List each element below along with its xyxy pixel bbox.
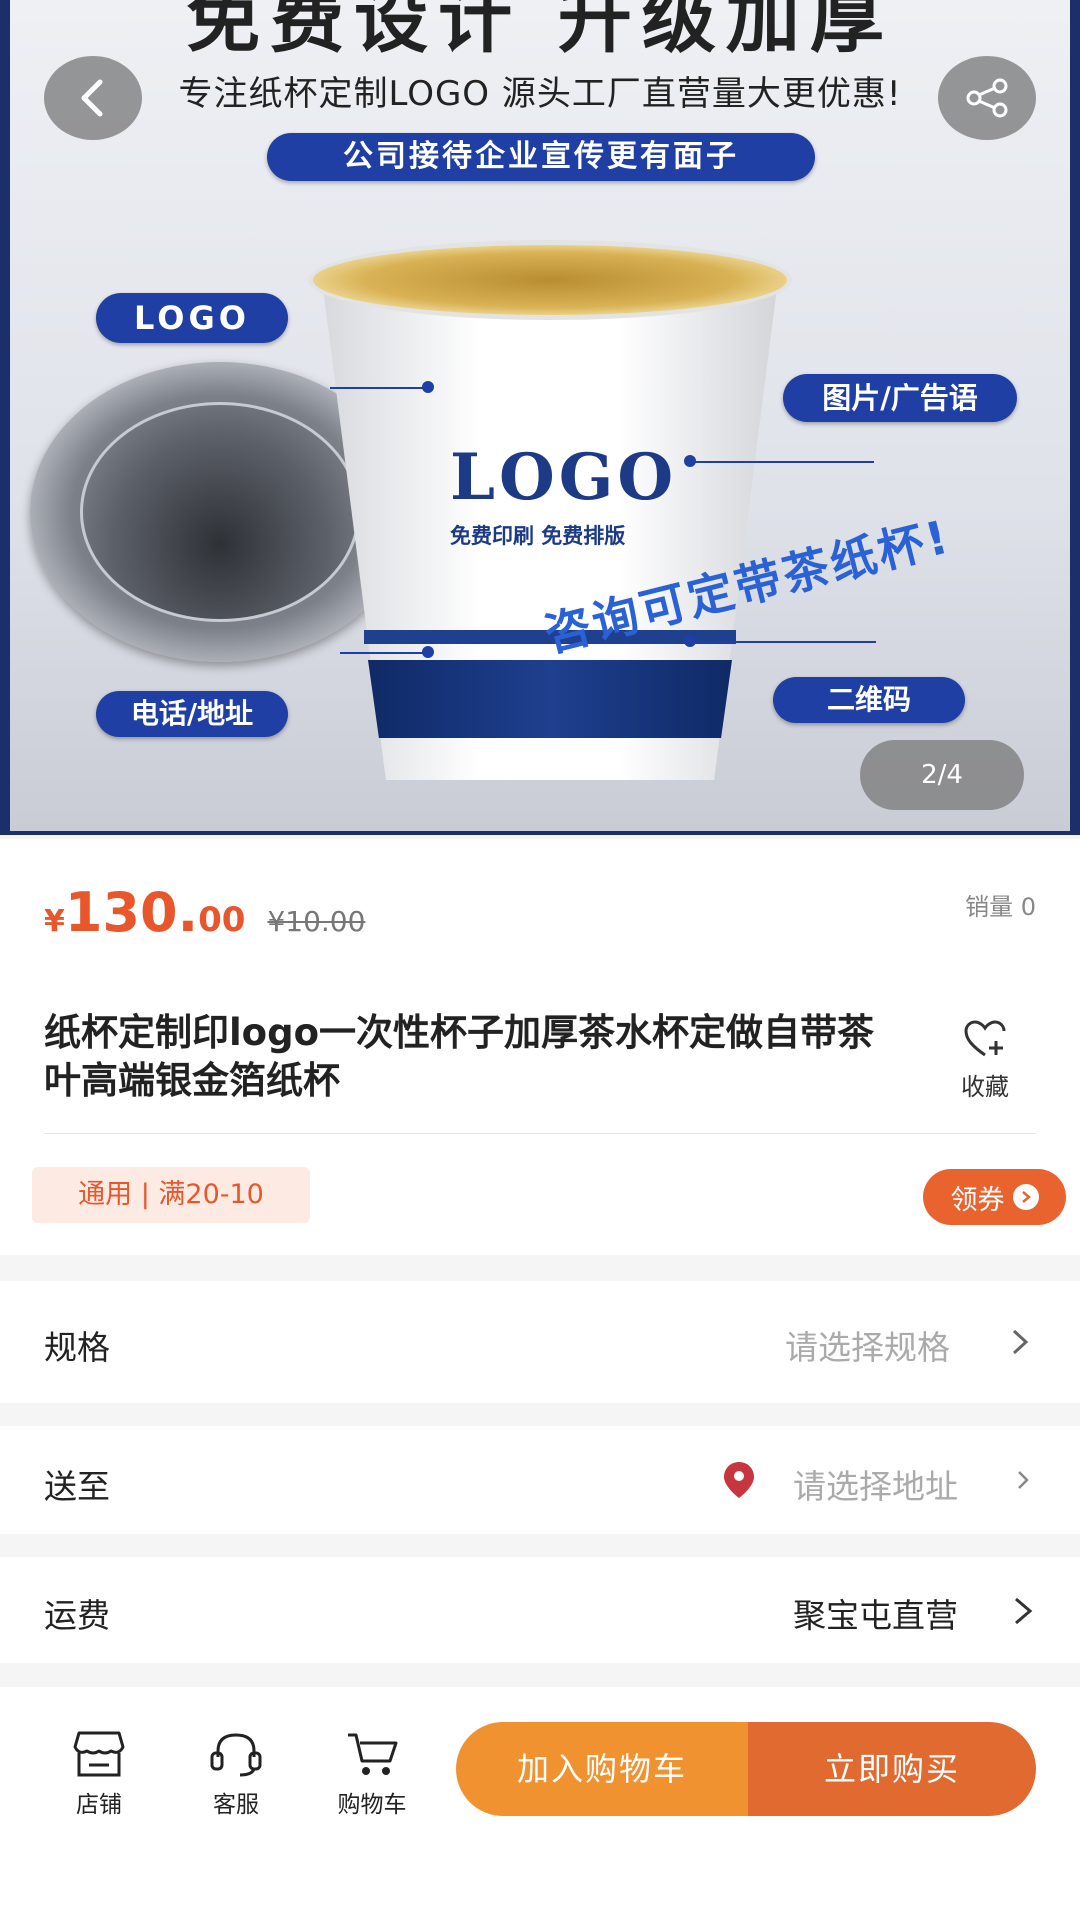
tab-customer-service-label: 客服 bbox=[213, 1792, 259, 1818]
product-title: 纸杯定制印logo一次性杯子加厚茶水杯定做自带茶叶高端银金箔纸杯 bbox=[44, 1011, 875, 1102]
ship-to-label: 送至 bbox=[44, 1467, 110, 1506]
coupon-tag: 通用 | 满20-10 bbox=[32, 1167, 310, 1223]
tab-store[interactable]: 店铺 bbox=[44, 1729, 154, 1819]
leader-dot bbox=[684, 635, 696, 647]
share-icon bbox=[966, 78, 1008, 118]
chevron-left-icon bbox=[81, 79, 103, 117]
price: ¥ 130. 00 ¥10.00 bbox=[44, 881, 365, 944]
spec-row[interactable]: 规格 请选择规格 bbox=[0, 1281, 1080, 1403]
buy-now-button[interactable]: 立即购买 bbox=[748, 1722, 1036, 1816]
paper-cup-illustration: LOGO 免费印刷 免费排版 bbox=[300, 240, 800, 800]
leader-line bbox=[340, 652, 430, 654]
chevron-right-icon bbox=[1012, 1329, 1029, 1355]
price-currency: ¥ bbox=[44, 904, 65, 939]
favorite-button[interactable]: 收藏 bbox=[950, 1019, 1020, 1102]
spec-placeholder: 请选择规格 bbox=[785, 1328, 950, 1367]
heart-plus-icon bbox=[964, 1020, 1006, 1057]
label-qr: 二维码 bbox=[773, 677, 965, 723]
leader-dot bbox=[684, 455, 696, 467]
leader-line bbox=[690, 461, 874, 463]
product-image-carousel[interactable]: 免费设计 升级加厚 专注纸杯定制LOGO 源头工厂直营量大更优惠! 公司接待企业… bbox=[0, 0, 1080, 835]
shipping-fee-value: 聚宝屯直营 bbox=[793, 1596, 958, 1635]
chevron-right-icon bbox=[1012, 1184, 1039, 1210]
product-detail-page: 免费设计 升级加厚 专注纸杯定制LOGO 源头工厂直营量大更优惠! 公司接待企业… bbox=[0, 0, 1080, 1920]
shipping-fee-row[interactable]: 运费 聚宝屯直营 bbox=[0, 1557, 1080, 1663]
divider bbox=[44, 1133, 1036, 1134]
image-frame-left bbox=[0, 0, 10, 831]
spec-label: 规格 bbox=[44, 1328, 110, 1367]
image-tagline: 专注纸杯定制LOGO 源头工厂直营量大更优惠! bbox=[178, 74, 902, 114]
cup-band bbox=[368, 660, 732, 738]
image-counter: 2/4 bbox=[860, 740, 1024, 810]
price-integer: 130. bbox=[64, 881, 199, 944]
sales-count: 销量 0 bbox=[965, 893, 1036, 921]
leader-line bbox=[690, 641, 876, 643]
tab-cart[interactable]: 购物车 bbox=[317, 1729, 427, 1819]
chevron-right-icon bbox=[1015, 1597, 1033, 1625]
tab-customer-service[interactable]: 客服 bbox=[181, 1729, 291, 1819]
shipping-fee-label: 运费 bbox=[44, 1596, 110, 1635]
leader-dot bbox=[422, 646, 434, 658]
label-phone: 电话/地址 bbox=[96, 691, 288, 737]
location-pin-icon bbox=[724, 1462, 754, 1498]
share-button[interactable] bbox=[938, 56, 1036, 140]
headset-icon bbox=[210, 1733, 262, 1777]
cart-icon bbox=[348, 1733, 398, 1775]
leader-dot bbox=[422, 381, 434, 393]
price-decimal: 00 bbox=[198, 900, 246, 940]
image-banner: 公司接待企业宣传更有面子 bbox=[267, 133, 815, 181]
back-button[interactable] bbox=[44, 56, 142, 140]
product-info-card: ¥ 130. 00 ¥10.00 销量 0 纸杯定制印logo一次性杯子加厚茶水… bbox=[0, 839, 1080, 1255]
tab-store-label: 店铺 bbox=[76, 1792, 122, 1818]
label-logo: LOGO bbox=[96, 293, 288, 343]
leader-line bbox=[330, 387, 430, 389]
add-to-cart-button[interactable]: 加入购物车 bbox=[456, 1722, 748, 1816]
ship-to-row[interactable]: 送至 请选择地址 bbox=[0, 1426, 1080, 1534]
image-headline: 免费设计 升级加厚 bbox=[186, 0, 894, 63]
cup-subtext: 免费印刷 免费排版 bbox=[450, 524, 626, 548]
get-coupon-label: 领券 bbox=[950, 1184, 1005, 1216]
image-frame-right bbox=[1070, 0, 1080, 831]
get-coupon-button[interactable]: 领券 bbox=[923, 1169, 1066, 1225]
original-price: ¥10.00 bbox=[267, 905, 366, 938]
favorite-label: 收藏 bbox=[961, 1073, 1009, 1101]
cup-rim bbox=[308, 240, 792, 320]
label-picture: 图片/广告语 bbox=[783, 374, 1017, 422]
tab-cart-label: 购物车 bbox=[337, 1792, 407, 1818]
ship-to-placeholder: 请选择地址 bbox=[793, 1467, 958, 1506]
cup-logo-text: LOGO bbox=[450, 440, 678, 515]
store-icon bbox=[73, 1731, 125, 1777]
chevron-right-icon bbox=[1018, 1471, 1029, 1489]
bottom-action-bar: 店铺 客服 购物车 加入购物车 立即购买 bbox=[0, 1687, 1080, 1920]
